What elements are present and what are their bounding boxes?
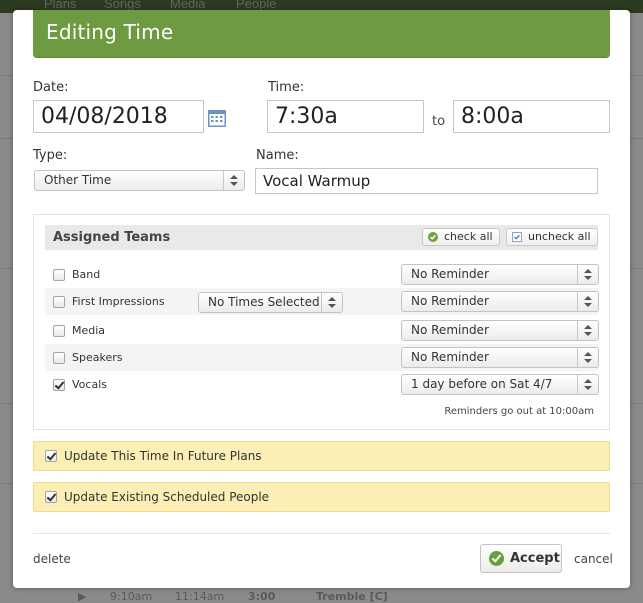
reminder-value: No Reminder xyxy=(411,350,489,364)
times-value: No Times Selected xyxy=(208,295,320,309)
modal-title: Editing Time xyxy=(46,20,174,44)
delete-link[interactable]: delete xyxy=(33,552,71,566)
team-name: Band xyxy=(72,268,101,281)
reminder-select[interactable]: No Reminder xyxy=(401,347,599,368)
team-checkbox[interactable] xyxy=(53,325,65,337)
team-row-first-impressions: First Impressions No Times Selected No R… xyxy=(45,288,599,315)
bg-row-end: 11:14am xyxy=(175,590,225,603)
cancel-link[interactable]: cancel xyxy=(574,552,613,566)
update-future-option[interactable]: Update This Time In Future Plans xyxy=(33,441,610,471)
bg-play-icon: ▶ xyxy=(78,590,87,603)
team-name: First Impressions xyxy=(72,295,165,308)
type-select-value: Other Time xyxy=(44,173,112,187)
reminder-select[interactable]: No Reminder xyxy=(401,320,599,341)
update-scheduled-label: Update Existing Scheduled People xyxy=(64,490,270,504)
type-label: Type: xyxy=(33,148,68,163)
reminder-select[interactable]: 1 day before on Sat 4/7 xyxy=(401,374,599,395)
date-input[interactable]: 04/08/2018 xyxy=(33,100,204,133)
reminder-value: No Reminder xyxy=(411,323,489,337)
team-row-media: Media No Reminder xyxy=(45,317,599,344)
select-arrows-icon xyxy=(577,321,598,340)
time-label: Time: xyxy=(268,80,305,95)
teams-header: Assigned Teams check all uncheck all xyxy=(45,225,598,250)
select-arrows-icon xyxy=(577,292,598,311)
accept-label: Accept xyxy=(510,551,560,566)
select-arrows-icon xyxy=(321,293,342,312)
times-select[interactable]: No Times Selected xyxy=(198,292,343,313)
team-row-band: Band No Reminder xyxy=(45,261,599,288)
select-arrows-icon xyxy=(577,375,598,394)
reminder-value: No Reminder xyxy=(411,267,489,281)
uncheck-all-label: uncheck all xyxy=(528,230,591,243)
time-end-input[interactable]: 8:00a xyxy=(453,100,610,133)
name-label: Name: xyxy=(256,148,299,163)
reminder-value: No Reminder xyxy=(411,294,489,308)
select-arrows-icon xyxy=(577,348,598,367)
select-arrows-icon xyxy=(577,265,598,284)
team-row-vocals: Vocals 1 day before on Sat 4/7 xyxy=(45,371,599,398)
team-checkbox[interactable] xyxy=(53,269,65,281)
footer-divider xyxy=(33,533,610,534)
name-input[interactable]: Vocal Warmup xyxy=(255,168,598,194)
check-all-label: check all xyxy=(444,230,493,243)
modal-header: Editing Time xyxy=(33,10,610,58)
team-checkbox[interactable] xyxy=(53,352,65,364)
accept-button[interactable]: Accept xyxy=(480,544,562,573)
team-name: Speakers xyxy=(72,351,123,364)
bg-row-start: 9:10am xyxy=(110,590,153,603)
update-scheduled-checkbox[interactable] xyxy=(45,491,57,503)
time-start-input[interactable]: 7:30a xyxy=(267,100,424,133)
reminder-select[interactable]: No Reminder xyxy=(401,291,599,312)
edit-time-modal: Editing Time Date: 04/08/2018 Time: 7:30… xyxy=(13,10,630,588)
update-scheduled-option[interactable]: Update Existing Scheduled People xyxy=(33,482,610,512)
teams-title: Assigned Teams xyxy=(53,230,171,245)
bg-row-song: Tremble [C] xyxy=(316,590,388,603)
checkbox-icon xyxy=(512,232,522,242)
team-row-speakers: Speakers No Reminder xyxy=(45,344,599,371)
assigned-teams-panel: Assigned Teams check all uncheck all Ban… xyxy=(33,214,610,430)
select-arrows-icon xyxy=(223,171,244,190)
reminder-value: 1 day before on Sat 4/7 xyxy=(411,377,553,391)
team-name: Vocals xyxy=(72,378,107,391)
team-checkbox[interactable] xyxy=(53,379,65,391)
team-checkbox[interactable] xyxy=(53,296,65,308)
to-label: to xyxy=(432,114,446,129)
reminder-note: Reminders go out at 10:00am xyxy=(444,406,594,417)
update-future-checkbox[interactable] xyxy=(45,450,57,462)
reminder-select[interactable]: No Reminder xyxy=(401,264,599,285)
update-future-label: Update This Time In Future Plans xyxy=(64,449,262,463)
check-circle-icon xyxy=(428,232,438,242)
check-all-button[interactable]: check all xyxy=(422,228,500,246)
uncheck-all-button[interactable]: uncheck all xyxy=(506,228,598,246)
calendar-icon[interactable] xyxy=(207,108,227,128)
type-select[interactable]: Other Time xyxy=(34,170,245,191)
check-circle-icon xyxy=(489,551,504,566)
bg-row-length: 3:00 xyxy=(248,590,276,603)
team-name: Media xyxy=(72,324,106,337)
date-label: Date: xyxy=(33,80,69,95)
